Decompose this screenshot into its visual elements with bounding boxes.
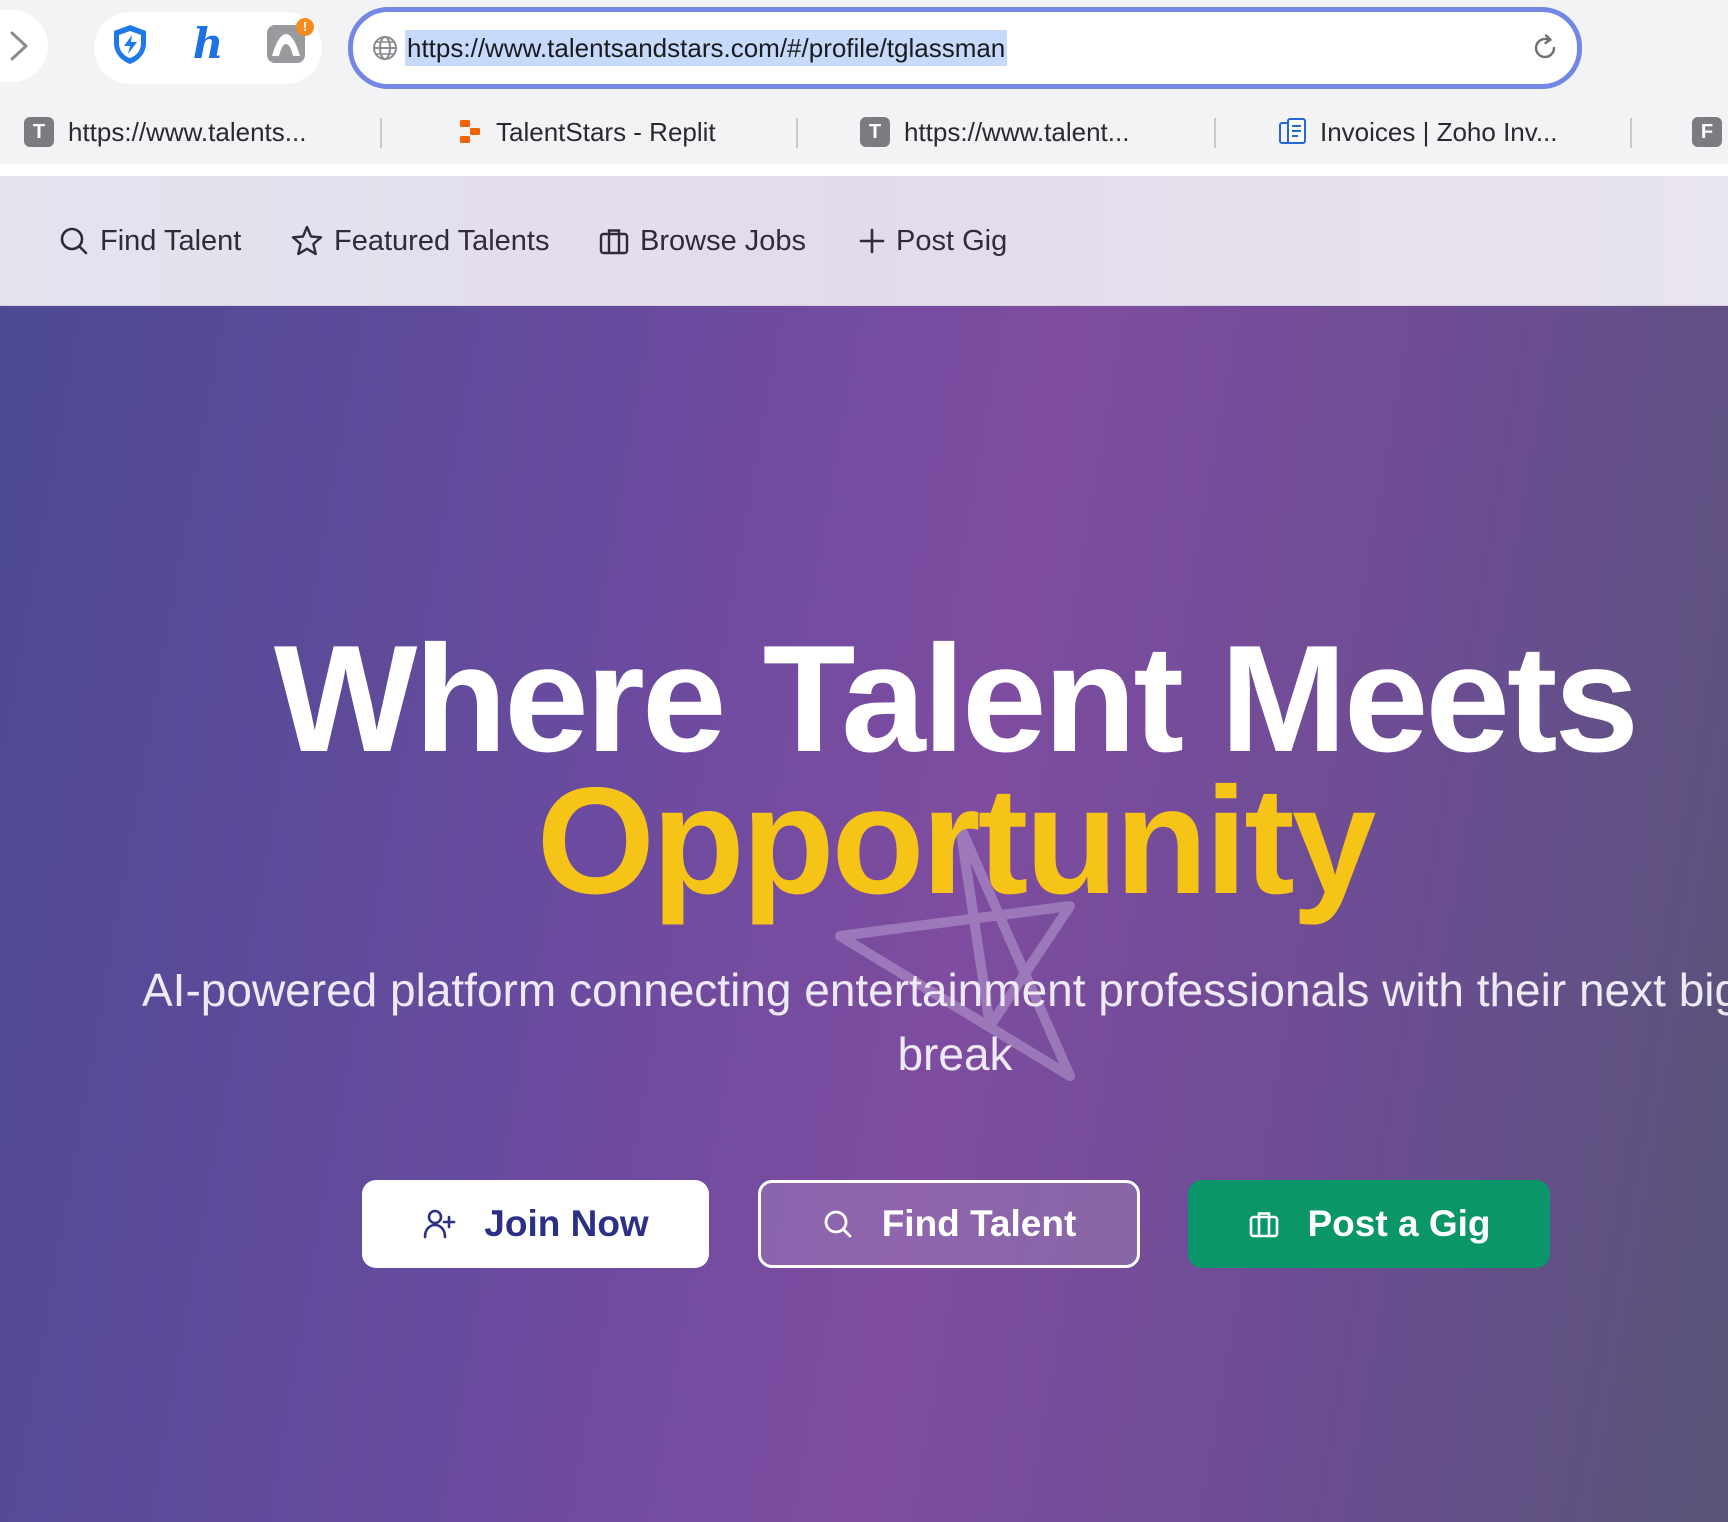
shield-extension-button[interactable]	[108, 22, 152, 66]
nav-browse-jobs[interactable]: Browse Jobs	[598, 218, 806, 264]
tab-separator	[1630, 118, 1632, 148]
shield-icon	[114, 25, 146, 64]
search-icon	[60, 227, 88, 255]
button-label: Find Talent	[881, 1203, 1077, 1244]
replit-icon	[460, 120, 480, 143]
hero-subtitle: AI-powered platform connecting entertain…	[142, 964, 1728, 1016]
hero-subtitle-continuation: break	[897, 1028, 1013, 1080]
address-bar[interactable]: https://www.talentsandstars.com/#/profil…	[348, 7, 1582, 89]
chevron-right-icon	[10, 31, 28, 61]
briefcase-icon	[599, 229, 629, 255]
honey-h-icon: h	[192, 19, 224, 68]
warning-badge-icon: !	[296, 18, 314, 36]
tab-f[interactable]: F	[1692, 100, 1728, 164]
button-label: Join Now	[484, 1203, 649, 1244]
tab-favicon: T	[860, 117, 890, 147]
reload-icon[interactable]	[1529, 32, 1561, 64]
forward-button[interactable]	[0, 10, 48, 82]
plus-icon	[859, 228, 885, 254]
tab-label: TalentStars - Replit	[496, 116, 716, 147]
hero-section: Where Talent Meets Opportunity AI-powere…	[0, 306, 1728, 1522]
join-now-button[interactable]: Join Now	[362, 1180, 709, 1268]
tab-talents-2[interactable]: T https://www.talent...	[860, 100, 1129, 164]
nav-label: Browse Jobs	[640, 224, 807, 257]
browser-toolbar: h ! https://www.talentsandstars.com/#/pr…	[0, 0, 1728, 100]
url-text[interactable]: https://www.talentsandstars.com/#/profil…	[405, 30, 1008, 66]
hero-highlight: Opportunity	[536, 756, 1377, 926]
tab-talents-1[interactable]: T https://www.talents...	[24, 100, 306, 164]
post-a-gig-button[interactable]: Post a Gig	[1188, 1180, 1550, 1268]
find-talent-button[interactable]: Find Talent	[758, 1180, 1140, 1268]
hero-title: Where Talent Meets	[273, 614, 1639, 784]
nav-label: Post Gig	[896, 224, 1008, 257]
star-icon	[291, 225, 323, 256]
site-nav: Find Talent Featured Talents Browse Jobs…	[0, 176, 1728, 306]
invoice-icon	[1279, 118, 1306, 144]
tab-strip: T https://www.talents... TalentStars - R…	[0, 100, 1728, 164]
tab-favicon: F	[1692, 117, 1722, 147]
tab-label: Invoices | Zoho Inv...	[1320, 116, 1558, 147]
tab-favicon: T	[24, 117, 54, 147]
tab-replit[interactable]: TalentStars - Replit	[458, 100, 716, 164]
nav-featured-talents[interactable]: Featured Talents	[290, 218, 550, 264]
tab-strip-divider	[0, 164, 1728, 176]
tab-label: https://www.talents...	[68, 116, 307, 147]
tab-separator	[380, 118, 382, 148]
globe-icon	[373, 36, 397, 60]
nav-label: Featured Talents	[334, 224, 550, 257]
user-plus-icon	[423, 1209, 456, 1239]
tab-separator	[1214, 118, 1216, 148]
browser-window: h ! https://www.talentsandstars.com/#/pr…	[0, 0, 1728, 1522]
nav-post-gig[interactable]: Post Gig	[858, 218, 1007, 264]
button-label: Post a Gig	[1307, 1203, 1491, 1244]
tab-zoho-invoices[interactable]: Invoices | Zoho Inv...	[1278, 100, 1558, 164]
briefcase-icon	[1249, 1212, 1278, 1238]
tab-label: https://www.talent...	[904, 116, 1130, 147]
nav-find-talent[interactable]: Find Talent	[58, 218, 241, 264]
honey-extension-button[interactable]: h	[186, 22, 230, 66]
search-icon	[824, 1210, 852, 1238]
nav-label: Find Talent	[100, 224, 242, 257]
tab-separator	[796, 118, 798, 148]
